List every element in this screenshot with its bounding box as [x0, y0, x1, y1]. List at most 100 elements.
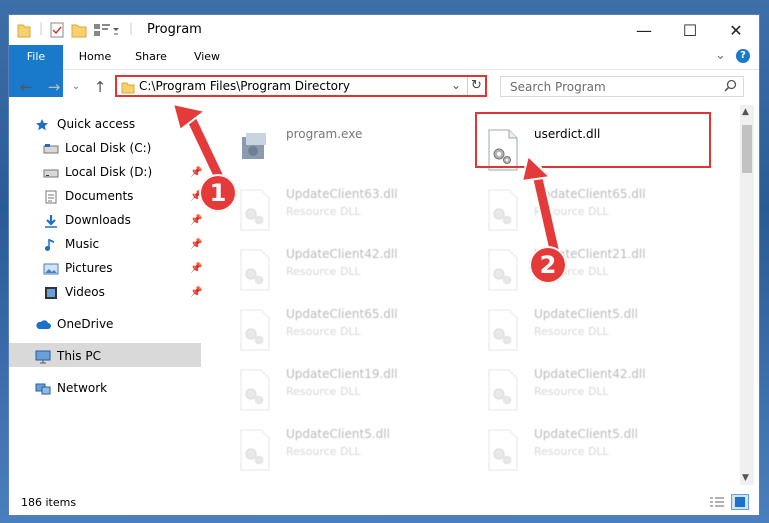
- drive-icon: [43, 165, 59, 179]
- download-icon: [43, 213, 59, 228]
- file-name: UpdateClient5.dll: [534, 427, 638, 441]
- file-name: UpdateClient42.dll: [286, 247, 398, 261]
- folder-icon: [17, 21, 31, 39]
- sidebar-item-label: Network: [57, 381, 108, 395]
- ribbon-tabs: File Home Share View ⌄ ?: [9, 45, 759, 97]
- file-name: UpdateClient63.dll: [286, 187, 398, 201]
- sidebar-item-label: Local Disk (D:): [65, 165, 153, 179]
- dll-file-icon: [486, 249, 520, 291]
- scroll-down-icon[interactable]: ▼: [742, 473, 749, 483]
- dll-file-icon: [486, 309, 520, 351]
- pin-icon[interactable]: 📌: [190, 215, 202, 226]
- close-button[interactable]: ✕: [713, 15, 759, 45]
- chevron-down-icon[interactable]: ⌄: [715, 48, 726, 63]
- dll-file-icon: [238, 429, 272, 471]
- file-description: Resource DLL: [286, 265, 361, 278]
- sidebar-item-local-disk-d[interactable]: Local Disk (D:): [43, 161, 152, 183]
- tab-share[interactable]: Share: [131, 45, 171, 69]
- forward-arrow-icon[interactable]: →: [45, 78, 63, 96]
- customize-toolbar-icon[interactable]: [93, 21, 121, 39]
- dll-file-icon: [238, 189, 272, 231]
- chevron-down-icon[interactable]: ⌄: [451, 78, 461, 92]
- scroll-up-icon[interactable]: ▲: [742, 107, 749, 117]
- refresh-icon[interactable]: ↻: [471, 78, 482, 93]
- sidebar-item-label: Videos: [65, 285, 105, 299]
- search-icon[interactable]: [724, 79, 737, 95]
- scrollbar-thumb[interactable]: [742, 125, 752, 173]
- sidebar-item-pictures[interactable]: Pictures: [43, 257, 113, 279]
- navigation-pane: Quick access Local Disk (C:) Local Disk …: [9, 105, 204, 485]
- sidebar-item-quick-access[interactable]: Quick access: [35, 113, 135, 135]
- file-name: UpdateClient65.dll: [286, 307, 398, 321]
- dll-file-icon: [486, 429, 520, 471]
- search-input[interactable]: Search Program: [500, 76, 744, 97]
- sidebar-item-this-pc[interactable]: This PC: [35, 345, 101, 367]
- sidebar-item-onedrive[interactable]: OneDrive: [35, 313, 113, 335]
- file-description: Resource DLL: [534, 385, 609, 398]
- sidebar-item-label: Documents: [65, 189, 134, 203]
- pictures-icon: [43, 261, 59, 275]
- folder-icon: [121, 80, 135, 97]
- large-icons-view-icon[interactable]: [731, 494, 749, 510]
- step-1-badge: 1: [199, 174, 237, 212]
- file-description: Resource DLL: [286, 445, 361, 458]
- sidebar-item-videos[interactable]: Videos: [43, 281, 105, 303]
- divider: |: [129, 21, 134, 35]
- recent-locations-icon[interactable]: ⌄: [67, 78, 85, 96]
- sidebar-item-local-disk-c[interactable]: Local Disk (C:): [43, 137, 151, 159]
- list-item[interactable]: UpdateClient21.dll Resource DLL: [486, 245, 726, 297]
- videos-icon: [43, 285, 59, 299]
- list-item[interactable]: UpdateClient63.dll Resource DLL: [238, 185, 478, 237]
- star-icon: [35, 117, 51, 131]
- list-item[interactable]: UpdateClient42.dll Resource DLL: [486, 365, 726, 417]
- file-name: UpdateClient19.dll: [286, 367, 398, 381]
- computer-icon: [35, 349, 51, 364]
- pin-icon[interactable]: 📌: [190, 167, 202, 178]
- address-bar[interactable]: C:\Program Files\Program Directory ⌄ ↻: [115, 75, 487, 97]
- file-name: program.exe: [286, 127, 363, 141]
- list-item[interactable]: UpdateClient5.dll Resource DLL: [486, 425, 726, 477]
- tab-home[interactable]: Home: [75, 45, 115, 69]
- sidebar-item-label: Music: [65, 237, 100, 251]
- list-item[interactable]: UpdateClient42.dll Resource DLL: [238, 245, 478, 297]
- scrollbar[interactable]: ▲ ▼: [740, 105, 754, 485]
- pin-icon[interactable]: 📌: [190, 263, 202, 274]
- sidebar-item-downloads[interactable]: Downloads: [43, 209, 131, 231]
- pin-icon[interactable]: 📌: [190, 239, 202, 250]
- application-icon: [238, 129, 272, 171]
- file-description: Resource DLL: [534, 325, 609, 338]
- tab-view[interactable]: View: [187, 45, 227, 69]
- maximize-button[interactable]: ☐: [667, 15, 713, 45]
- sidebar-item-documents[interactable]: Documents: [43, 185, 133, 207]
- sidebar-item-label: Quick access: [57, 117, 136, 131]
- up-arrow-icon[interactable]: ↑: [91, 78, 109, 96]
- list-item[interactable]: UpdateClient65.dll Resource DLL: [486, 185, 726, 237]
- details-view-icon[interactable]: [709, 495, 725, 512]
- list-item[interactable]: UpdateClient5.dll Resource DLL: [238, 425, 478, 477]
- list-item[interactable]: UpdateClient5.dll Resource DLL: [486, 305, 726, 357]
- drive-icon: [43, 141, 59, 155]
- dll-file-icon: [486, 189, 520, 231]
- file-name: UpdateClient5.dll: [286, 427, 390, 441]
- sidebar-item-network[interactable]: Network: [35, 377, 107, 399]
- file-name: UpdateClient65.dll: [534, 187, 646, 201]
- documents-icon: [43, 189, 59, 204]
- sidebar-item-label: Pictures: [65, 261, 113, 275]
- sidebar-item-label: Local Disk (C:): [65, 141, 152, 155]
- help-icon[interactable]: ?: [736, 49, 750, 63]
- address-row: ← → ⌄ ↑ C:\Program Files\Program Directo…: [9, 70, 759, 104]
- dll-file-icon: [238, 369, 272, 411]
- list-item[interactable]: program.exe: [238, 125, 478, 177]
- minimize-button[interactable]: —: [621, 15, 667, 45]
- file-name: UpdateClient42.dll: [534, 367, 646, 381]
- pin-icon[interactable]: 📌: [190, 287, 202, 298]
- list-item[interactable]: UpdateClient19.dll Resource DLL: [238, 365, 478, 417]
- cloud-icon: [35, 317, 51, 331]
- sidebar-item-label: OneDrive: [57, 317, 114, 331]
- back-arrow-icon[interactable]: ←: [17, 78, 35, 96]
- file-name: UpdateClient5.dll: [534, 307, 638, 321]
- sidebar-item-music[interactable]: Music: [43, 233, 99, 255]
- new-folder-icon[interactable]: [71, 21, 87, 39]
- properties-icon[interactable]: [49, 21, 65, 39]
- list-item[interactable]: UpdateClient65.dll Resource DLL: [238, 305, 478, 357]
